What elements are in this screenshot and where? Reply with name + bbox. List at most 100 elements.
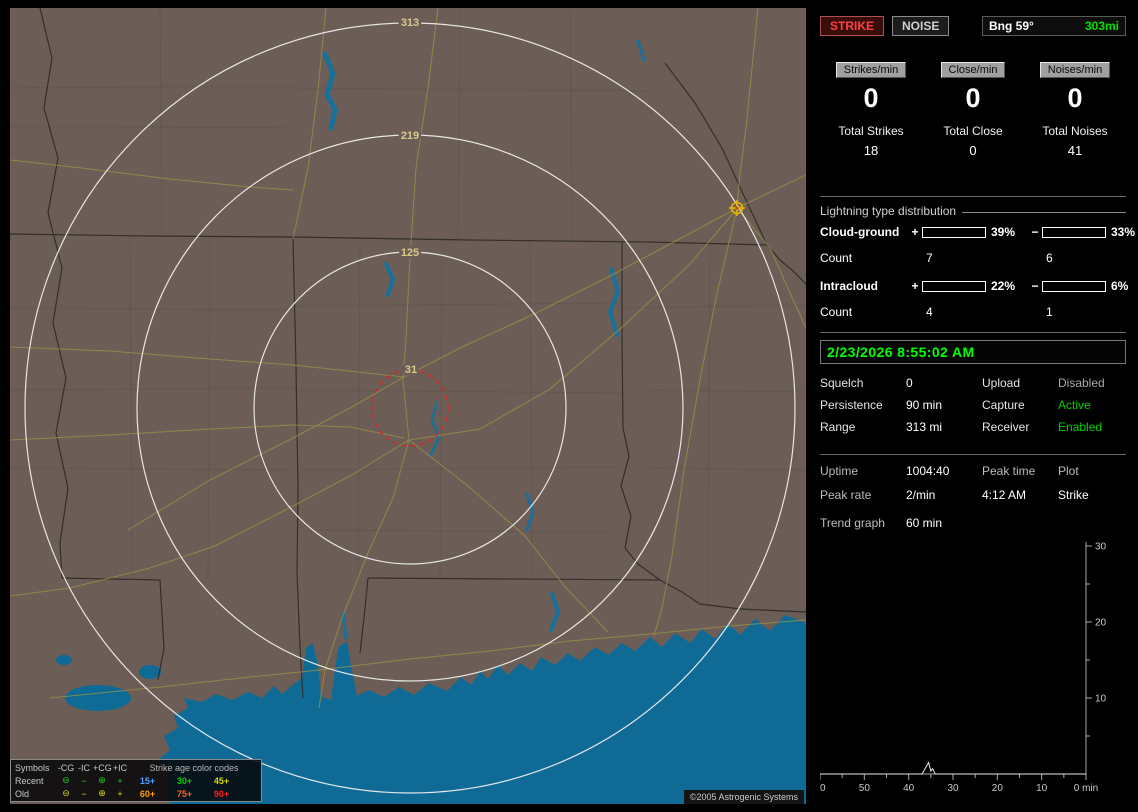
distribution-title: Lightning type distribution — [820, 204, 957, 218]
stats-grid: Uptime 1004:40 Peak time Plot Peak rate … — [820, 464, 1126, 502]
strikes-per-min-value: 0 — [863, 83, 879, 113]
status-panel: STRIKE NOISE Bng 59° 303mi Strikes/min 0… — [814, 8, 1135, 804]
plot-value: Strike — [1058, 488, 1089, 502]
datetime-display: 2/23/2026 8:55:02 AM — [820, 340, 1126, 364]
cloud-ground-row: Cloud-ground + 39% − 33% — [820, 225, 1135, 239]
close-per-min-value: 0 — [965, 83, 981, 113]
total-close-label: Total Close — [943, 124, 1003, 138]
svg-text:0 min: 0 min — [1074, 783, 1098, 794]
map-panel[interactable]: 313 219 125 31 Symbols -CG -IC +CG +IC S… — [10, 8, 806, 804]
lake — [139, 665, 161, 679]
plot-label: Plot — [1058, 464, 1079, 478]
cloud-ground-minus-bar — [1042, 226, 1106, 238]
total-close-value: 0 — [969, 143, 977, 158]
age-45: 45+ — [213, 775, 230, 786]
cloud-ground-label: Cloud-ground — [820, 225, 900, 239]
intracloud-count-row: Count 4 1 — [820, 305, 1126, 319]
intracloud-row: Intracloud + 22% − 6% — [820, 279, 1129, 293]
uptime-label: Uptime — [820, 464, 859, 478]
noises-per-min-counter: Noises/min 0 Total Noises 41 — [1024, 62, 1126, 158]
svg-text:50: 50 — [859, 783, 871, 794]
intracloud-minus-bar — [1042, 280, 1106, 292]
legend-old-label: Old — [15, 788, 30, 799]
capture-status: Active — [1058, 398, 1091, 412]
legend-symbols-header: Symbols — [15, 762, 50, 773]
capture-label: Capture — [982, 398, 1025, 412]
settings-grid: Squelch 0 Upload Disabled Persistence 90… — [820, 376, 1126, 434]
divider — [820, 454, 1126, 455]
noises-per-min-value: 0 — [1067, 83, 1083, 113]
range-label: Range — [820, 420, 856, 434]
noises-per-min-button[interactable]: Noises/min — [1039, 62, 1111, 78]
rate-counters: Strikes/min 0 Total Strikes 18 Close/min… — [820, 62, 1126, 158]
total-noises-label: Total Noises — [1042, 124, 1108, 138]
age-60: 60+ — [139, 788, 156, 799]
intracloud-label: Intracloud — [820, 279, 879, 293]
intracloud-minus-pct: 6% — [1111, 279, 1129, 293]
peak-rate-value: 2/min — [906, 488, 936, 502]
cloud-ground-plus-count: 7 — [926, 251, 933, 265]
app-window: { "toolbar": { "strike": "STRIKE", "nois… — [0, 0, 1138, 812]
cloud-ground-count-row: Count 7 6 — [820, 251, 1126, 265]
svg-text:20: 20 — [992, 783, 1004, 794]
legend-col-pos-cg: +CG — [93, 762, 112, 773]
cloud-ground-minus-pct: 33% — [1111, 225, 1136, 239]
circle-minus-icon: ⊖ — [62, 788, 70, 798]
age-90: 90+ — [213, 788, 230, 799]
minus-icon: − — [81, 788, 87, 799]
strikes-per-min-button[interactable]: Strikes/min — [835, 62, 907, 78]
cloud-ground-minus-count: 6 — [1046, 251, 1053, 265]
trend-graph-label: Trend graph — [820, 516, 885, 530]
divider — [820, 196, 1126, 197]
plus-icon: + — [117, 788, 123, 799]
distribution-title-row: Lightning type distribution — [820, 204, 1126, 218]
age-75: 75+ — [176, 788, 193, 799]
close-per-min-button[interactable]: Close/min — [940, 62, 1006, 78]
age-15: 15+ — [139, 775, 156, 786]
minus-icon: − — [81, 775, 87, 786]
divider — [820, 332, 1126, 333]
lake — [56, 655, 72, 665]
svg-text:60: 60 — [820, 783, 826, 794]
copyright-credit: ©2005 Astrogenic Systems — [683, 790, 804, 804]
total-strikes-value: 18 — [863, 143, 879, 158]
persistence-label: Persistence — [820, 398, 883, 412]
plus-sign: + — [911, 225, 919, 239]
cloud-ground-plus-pct: 39% — [991, 225, 1016, 239]
legend-col-neg-ic: -IC — [78, 762, 90, 773]
legend-age-header: Strike age color codes — [149, 762, 239, 773]
age-30: 30+ — [176, 775, 193, 786]
intracloud-minus-count: 1 — [1046, 305, 1053, 319]
minus-sign: − — [1031, 279, 1039, 293]
svg-text:30: 30 — [1095, 542, 1107, 553]
uptime-value: 1004:40 — [906, 464, 950, 478]
upload-label: Upload — [982, 376, 1021, 390]
svg-text:10: 10 — [1036, 783, 1048, 794]
mode-toolbar: STRIKE NOISE Bng 59° 303mi — [820, 16, 1126, 36]
legend-col-pos-ic: +IC — [112, 762, 128, 773]
total-noises-value: 41 — [1067, 143, 1083, 158]
legend-old-row: Old ⊖ − ⊕ + 60+ 75+ 90+ — [13, 787, 259, 800]
ring-label-125: 125 — [401, 247, 419, 259]
legend-recent-label: Recent — [15, 775, 44, 786]
trend-chart: 10 20 30 60 50 40 30 20 10 0 min — [820, 536, 1126, 800]
bearing-value: Bng 59° — [989, 19, 1034, 33]
circle-minus-icon: ⊖ — [62, 775, 70, 785]
peak-time-value: 4:12 AM — [982, 488, 1027, 502]
circle-plus-icon: ⊕ — [98, 775, 106, 785]
ring-label-219: 219 — [401, 130, 419, 142]
cloud-ground-plus-bar — [922, 226, 986, 238]
svg-text:40: 40 — [903, 783, 915, 794]
persistence-value: 90 min — [906, 398, 943, 412]
peak-rate-label: Peak rate — [820, 488, 872, 502]
svg-text:20: 20 — [1095, 618, 1107, 629]
strike-button[interactable]: STRIKE — [820, 16, 885, 36]
range-setting-value: 313 mi — [906, 420, 943, 434]
map: 313 219 125 31 — [10, 8, 806, 804]
noise-button[interactable]: NOISE — [892, 16, 950, 36]
lake-pontchartrain — [65, 685, 131, 711]
close-per-min-counter: Close/min 0 Total Close 0 — [922, 62, 1024, 158]
minus-sign: − — [1031, 225, 1039, 239]
trend-graph-row: Trend graph 60 min — [820, 516, 1126, 530]
legend-col-neg-cg: -CG — [57, 762, 75, 773]
